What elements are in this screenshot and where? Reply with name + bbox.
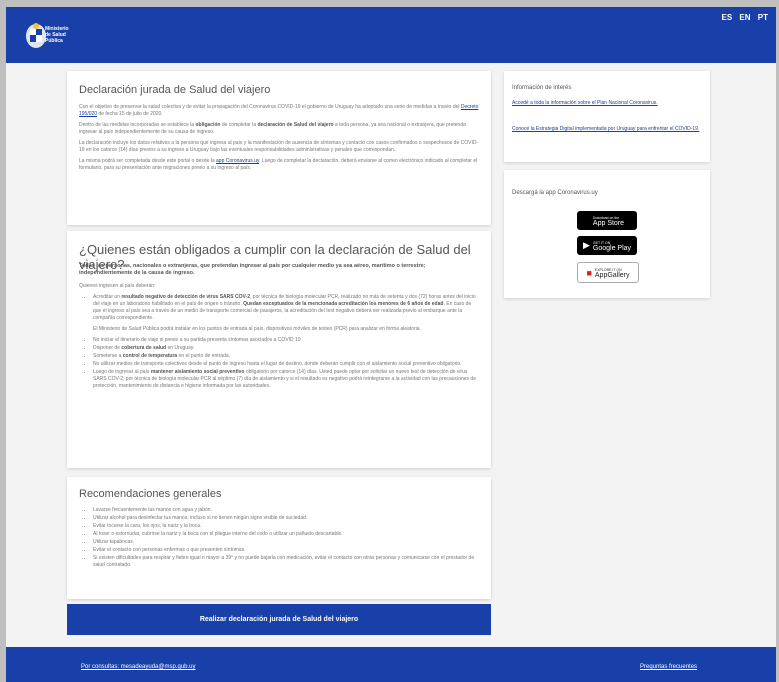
contact-link[interactable]: Por consultas: mesadeayuda@msp.gub.uy xyxy=(81,664,196,670)
who-text: Todas las personas, nacionales o extranj… xyxy=(79,263,479,391)
paragraph-obligation: Dentro de las medidas incorporadas se es… xyxy=(79,122,466,135)
app-title: Descargá la app Coronavirus.uy xyxy=(512,190,598,196)
list-item: Utilizar tapabocas. xyxy=(93,539,479,546)
lang-en[interactable]: EN xyxy=(739,13,750,22)
pcr-note: El Ministerio de Salud Pública podrá ins… xyxy=(93,326,421,332)
list-item: Si existen dificultades para respirar y … xyxy=(93,555,479,569)
list-item: Someterse a control de temperatura en el… xyxy=(93,353,479,360)
declaration-text: Con el objetivo de preservar la salud co… xyxy=(79,104,479,176)
language-switcher: ES EN PT xyxy=(717,13,769,22)
paragraph-app: La misma podrá ser completada desde este… xyxy=(79,158,478,171)
list-item: No iniciar el itinerario de viaje si pre… xyxy=(93,337,479,344)
list-item: Evitar el contacto con personas enfermas… xyxy=(93,547,479,554)
top-bar: Ministerio de Salud Pública ES EN PT xyxy=(6,7,776,63)
list-item: Disponer de cobertura de salud en Urugua… xyxy=(93,345,479,352)
requirements-list: Acreditar un resultado negativo de detec… xyxy=(79,294,479,390)
list-item: Luego de ingresar al país mantener aisla… xyxy=(93,369,479,390)
declaration-info-card: Declaración jurada de Salud del viajero … xyxy=(67,71,491,225)
start-declaration-button[interactable]: Realizar declaración jurada de Salud del… xyxy=(67,604,491,635)
app-link[interactable]: app Coronavirus.uy xyxy=(216,158,259,164)
screen-frame: Ministerio de Salud Pública ES EN PT Dec… xyxy=(0,0,779,682)
huawei-icon: ■ xyxy=(586,267,592,278)
paragraph-contents: La declaración incluye los datos relativ… xyxy=(79,140,479,153)
who-intro: Todas las personas, nacionales o extranj… xyxy=(79,263,426,276)
google-play-button[interactable]: ▶ GET IT ON Google Play xyxy=(577,236,637,255)
faq-link[interactable]: Preguntas frecuentes xyxy=(640,664,697,670)
list-item: Evitar tocarse la cara, los ojos, la nar… xyxy=(93,523,479,530)
footer: Por consultas: mesadeayuda@msp.gub.uy Pr… xyxy=(6,647,776,682)
list-item: No utilizar medios de transporte colecti… xyxy=(93,361,479,368)
paragraph-decree: Con el objetivo de preservar la salud co… xyxy=(79,104,479,117)
ministry-logo-text: Ministerio de Salud Pública xyxy=(45,26,69,44)
page: Ministerio de Salud Pública ES EN PT Dec… xyxy=(6,7,776,682)
recommendations-text: Lavarse frecuentemente las manos con agu… xyxy=(79,507,479,570)
list-item: Utilizar alcohol para desinfectar tus ma… xyxy=(93,515,479,522)
appgallery-button[interactable]: ■ EXPLORE IT ON AppGallery xyxy=(577,262,639,283)
play-icon: ▶ xyxy=(582,240,590,250)
app-download-card: Descargá la app Coronavirus.uy Download … xyxy=(504,170,710,298)
recommendations-list: Lavarse frecuentemente las manos con agu… xyxy=(79,507,479,569)
info-sidebar-card: Información de interés Accedé a toda la … xyxy=(504,71,710,162)
recommendations-card: Recomendaciones generales Lavarse frecue… xyxy=(67,477,491,599)
list-item: Al toser o estornudar, cubrirse la nariz… xyxy=(93,531,479,538)
who-lead: Quienes ingresen al país deberán: xyxy=(79,283,156,289)
list-item: Lavarse frecuentemente las manos con agu… xyxy=(93,507,479,514)
plan-nacional-link[interactable]: Accedé a toda la información sobre el Pl… xyxy=(512,100,702,107)
declaration-title: Declaración jurada de Salud del viajero xyxy=(79,84,271,96)
lang-es[interactable]: ES xyxy=(722,13,733,22)
who-must-comply-card: ¿Quienes están obligados a cumplir con l… xyxy=(67,231,491,468)
list-item: Acreditar un resultado negativo de detec… xyxy=(93,294,479,333)
recommendations-title: Recomendaciones generales xyxy=(79,488,222,500)
lang-pt[interactable]: PT xyxy=(758,13,768,22)
app-store-button[interactable]: Download on the App Store xyxy=(577,211,637,230)
info-title: Información de interés xyxy=(512,85,572,91)
estrategia-digital-link[interactable]: Conocé la Estrategia Digital implementad… xyxy=(512,126,702,133)
